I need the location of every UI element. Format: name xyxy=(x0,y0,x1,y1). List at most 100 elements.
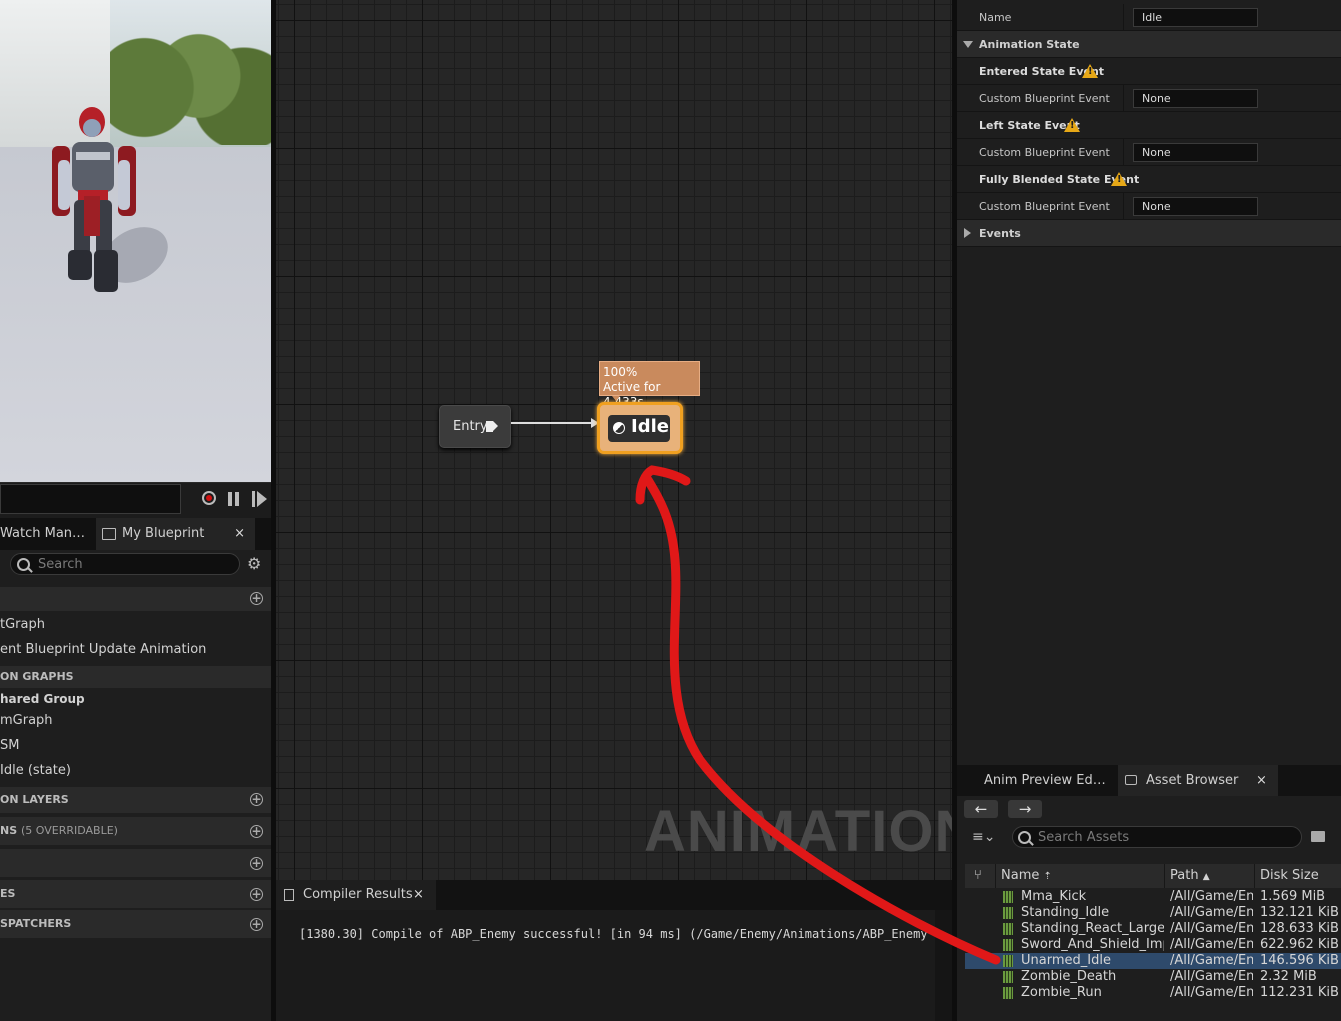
functions-section[interactable]: NS (5 OVERRIDABLE) + xyxy=(0,817,271,845)
animation-preview-viewport[interactable] xyxy=(0,0,271,482)
column-divider[interactable] xyxy=(995,864,996,888)
asset-path: /All/Game/Ene xyxy=(1170,937,1253,952)
animation-state-category[interactable]: Animation State xyxy=(957,31,1341,58)
column-path[interactable]: Path ▲ xyxy=(1170,868,1210,883)
tab-my-blueprint[interactable]: My Blueprint × xyxy=(96,518,255,550)
close-icon[interactable]: × xyxy=(234,518,245,550)
variables-section[interactable]: ES + xyxy=(0,880,271,908)
step-forward-icon[interactable] xyxy=(252,491,268,507)
tab-compiler-results[interactable]: Compiler Results × xyxy=(276,880,436,910)
asset-browser-icon xyxy=(1125,775,1137,785)
entry-arrow-icon xyxy=(486,421,498,432)
collapse-arrow-icon[interactable] xyxy=(963,41,973,48)
tab-asset-browser[interactable]: Asset Browser × xyxy=(1118,765,1278,796)
tree-update-animation[interactable]: ent Blueprint Update Animation xyxy=(0,642,206,657)
asset-search-placeholder: Search Assets xyxy=(1038,830,1130,845)
name-field[interactable]: Idle xyxy=(1133,8,1258,27)
add-layer-icon[interactable]: + xyxy=(250,793,263,806)
asset-name: Sword_And_Shield_Impac xyxy=(1021,937,1164,952)
search-icon xyxy=(1018,831,1031,844)
back-arrow-icon[interactable]: ← xyxy=(964,800,998,818)
source-control-icon[interactable]: ⑂ xyxy=(974,868,982,883)
details-panel: Name Idle Animation State Entered State … xyxy=(957,0,1341,765)
animation-layers-section[interactable]: ON LAYERS + xyxy=(0,787,271,813)
add-graph-icon[interactable]: + xyxy=(250,592,263,605)
tree-shared-group[interactable]: hared Group xyxy=(0,692,85,706)
animation-sequence-icon xyxy=(1003,971,1013,983)
state-machine-graph[interactable]: ANIMATION Entry 100% Active for 4.433s I… xyxy=(276,0,952,880)
add-dispatcher-icon[interactable]: + xyxy=(250,918,263,931)
tree-event-graph[interactable]: tGraph xyxy=(0,617,45,632)
tree-anim-graph[interactable]: mGraph xyxy=(0,713,53,728)
expand-arrow-icon[interactable] xyxy=(964,228,971,238)
column-divider[interactable] xyxy=(1123,193,1124,220)
asset-row[interactable]: Standing_Idle/All/Game/Ene 132.121 KiB xyxy=(965,905,1341,921)
name-label: Name xyxy=(979,11,1012,24)
add-function-icon[interactable]: + xyxy=(250,825,263,838)
column-path-label: Path xyxy=(1170,868,1199,883)
state-active-tooltip: 100% Active for 4.433s xyxy=(599,361,700,409)
asset-row[interactable]: Zombie_Run/All/Game/Ene 112.231 KiB xyxy=(965,985,1341,1001)
filter-icon[interactable]: ≡⌄ xyxy=(972,830,995,844)
tab-watch-manager[interactable]: Watch Man… xyxy=(0,518,92,550)
fully-blended-state-event-row: Fully Blended State Event xyxy=(957,166,1341,193)
asset-row[interactable]: Sword_And_Shield_Impac/All/Game/Ene 622.9… xyxy=(965,937,1341,953)
gear-icon[interactable]: ⚙ xyxy=(247,556,263,572)
forward-arrow-icon[interactable]: → xyxy=(1008,800,1042,818)
animation-sequence-icon xyxy=(1003,907,1013,919)
entered-custom-event-field[interactable]: None xyxy=(1133,89,1258,108)
column-name[interactable]: Name ⇡ xyxy=(1001,868,1052,883)
pause-icon[interactable] xyxy=(228,492,240,506)
entry-label: Entry xyxy=(453,419,488,434)
search-input[interactable]: Search xyxy=(10,553,240,575)
event-dispatchers-header: SPATCHERS xyxy=(0,917,72,930)
book-icon xyxy=(102,528,116,540)
column-divider[interactable] xyxy=(1123,85,1124,112)
close-icon[interactable]: × xyxy=(413,880,424,910)
left-custom-event-field[interactable]: None xyxy=(1133,143,1258,162)
idle-node-body: Idle xyxy=(608,415,670,442)
animation-graphs-section[interactable]: ON GRAPHS xyxy=(0,666,271,688)
animation-state-header: Animation State xyxy=(979,38,1080,51)
asset-row[interactable]: Zombie_Death/All/Game/Ene 2.32 MiB xyxy=(965,969,1341,985)
graphs-section[interactable]: + xyxy=(0,587,271,611)
add-macro-icon[interactable]: + xyxy=(250,857,263,870)
asset-name: Zombie_Run xyxy=(1021,985,1102,1000)
asset-disk-size: 2.32 MiB xyxy=(1260,969,1317,984)
macros-section[interactable]: + xyxy=(0,849,271,877)
asset-row[interactable]: Unarmed_Idle/All/Game/Ene 146.596 KiB xyxy=(965,953,1341,969)
entered-state-event-row: Entered State Event xyxy=(957,58,1341,85)
asset-search-input[interactable]: Search Assets xyxy=(1012,826,1302,848)
event-dispatchers-section[interactable]: SPATCHERS + xyxy=(0,910,271,938)
fully-blended-custom-event-field[interactable]: None xyxy=(1133,197,1258,216)
idle-state-node[interactable]: Idle xyxy=(597,402,683,454)
add-variable-icon[interactable]: + xyxy=(250,888,263,901)
close-icon[interactable]: × xyxy=(1256,765,1267,796)
asset-row[interactable]: Standing_React_Large_G/All/Game/Ene 128.6… xyxy=(965,921,1341,937)
asset-name: Mma_Kick xyxy=(1021,889,1087,904)
tree-state-machine[interactable]: SM xyxy=(0,738,19,753)
column-divider[interactable] xyxy=(1254,864,1255,888)
compiler-message[interactable]: [1380.30] Compile of ABP_Enemy successfu… xyxy=(299,927,929,941)
column-divider[interactable] xyxy=(1164,864,1165,888)
fully-blended-custom-event-row: Custom Blueprint Event None xyxy=(957,193,1341,220)
asset-row[interactable]: Mma_Kick/All/Game/Ene 1.569 MiB xyxy=(965,889,1341,905)
column-disk-size[interactable]: Disk Size xyxy=(1260,868,1319,883)
character-model xyxy=(52,107,136,292)
sort-ascending-icon: ▲ xyxy=(1202,872,1210,882)
custom-event-label: Custom Blueprint Event xyxy=(979,92,1110,105)
column-divider[interactable] xyxy=(1123,139,1124,166)
folder-icon[interactable] xyxy=(1311,831,1325,842)
tree-idle-state[interactable]: Idle (state) xyxy=(0,763,71,778)
asset-path: /All/Game/Ene xyxy=(1170,953,1253,968)
column-divider[interactable] xyxy=(1123,4,1124,31)
warning-icon xyxy=(1111,172,1127,186)
entry-node[interactable]: Entry xyxy=(439,405,511,448)
events-category[interactable]: Events xyxy=(957,220,1341,247)
compiler-scrollbar[interactable] xyxy=(935,910,952,1021)
tab-anim-preview-editor[interactable]: Anim Preview Ed… xyxy=(984,773,1106,788)
asset-disk-size: 112.231 KiB xyxy=(1260,985,1339,1000)
timeline-field[interactable] xyxy=(0,484,181,514)
record-icon[interactable] xyxy=(202,491,216,505)
custom-event-label: Custom Blueprint Event xyxy=(979,200,1110,213)
